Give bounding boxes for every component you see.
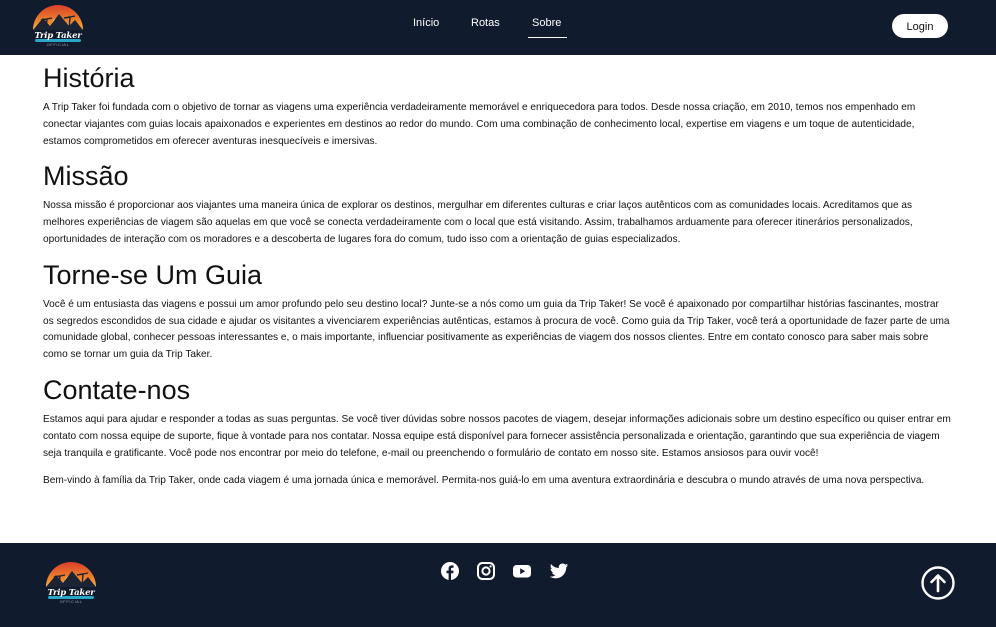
nav-link-rotas[interactable]: Rotas [471, 17, 500, 37]
contato-paragraph: Estamos aqui para ajudar e responder a t… [43, 413, 951, 459]
missao-paragraph: Nossa missão é proporcionar aos viajante… [43, 200, 913, 245]
section-guia: Torne-se Um Guia Você é um entusiasta da… [43, 259, 951, 364]
facebook-icon[interactable] [440, 561, 460, 581]
section-historia: História A Trip Taker foi fundada com o … [43, 62, 951, 150]
footer-logo-text: Trip Taker [47, 588, 95, 598]
footer [0, 543, 996, 627]
section-title-historia: História [43, 63, 135, 93]
footer-logo[interactable]: Trip Taker OFFICIAL [42, 559, 100, 607]
nav-link-sobre[interactable]: Sobre [528, 17, 567, 38]
login-button[interactable]: Login [892, 14, 948, 38]
twitter-icon[interactable] [549, 561, 569, 581]
about-content: História A Trip Taker foi fundada com o … [43, 62, 951, 490]
logo-text: Trip Taker [34, 31, 82, 41]
trip-taker-logo[interactable]: Trip Taker OFFICIAL [29, 2, 87, 50]
footer-logo-subtext: OFFICIAL [59, 599, 83, 604]
section-contato: Contate-nos Estamos aqui para ajudar e r… [43, 374, 951, 490]
instagram-icon[interactable] [476, 561, 496, 581]
boas-vindas-paragraph: Bem-vindo à família da Trip Taker, onde … [43, 475, 925, 487]
section-title-contato: Contate-nos [43, 374, 191, 405]
top-navbar: Trip Taker OFFICIAL Início Rotas Sobre L… [0, 0, 996, 55]
arrow-up-circle-icon [921, 566, 955, 600]
nav-link-inicio[interactable]: Início [413, 17, 439, 37]
logo-subtext: OFFICIAL [46, 42, 70, 47]
guia-paragraph: Você é um entusiasta das viagens e possu… [43, 298, 950, 361]
section-title-guia: Torne-se Um Guia [43, 259, 263, 290]
back-to-top-button[interactable] [921, 566, 955, 600]
section-title-missao: Missão [43, 161, 129, 192]
section-missao: Missão Nossa missão é proporcionar aos v… [43, 160, 951, 248]
youtube-icon[interactable] [512, 561, 532, 581]
historia-paragraph: A Trip Taker foi fundada com o objetivo … [43, 102, 916, 147]
